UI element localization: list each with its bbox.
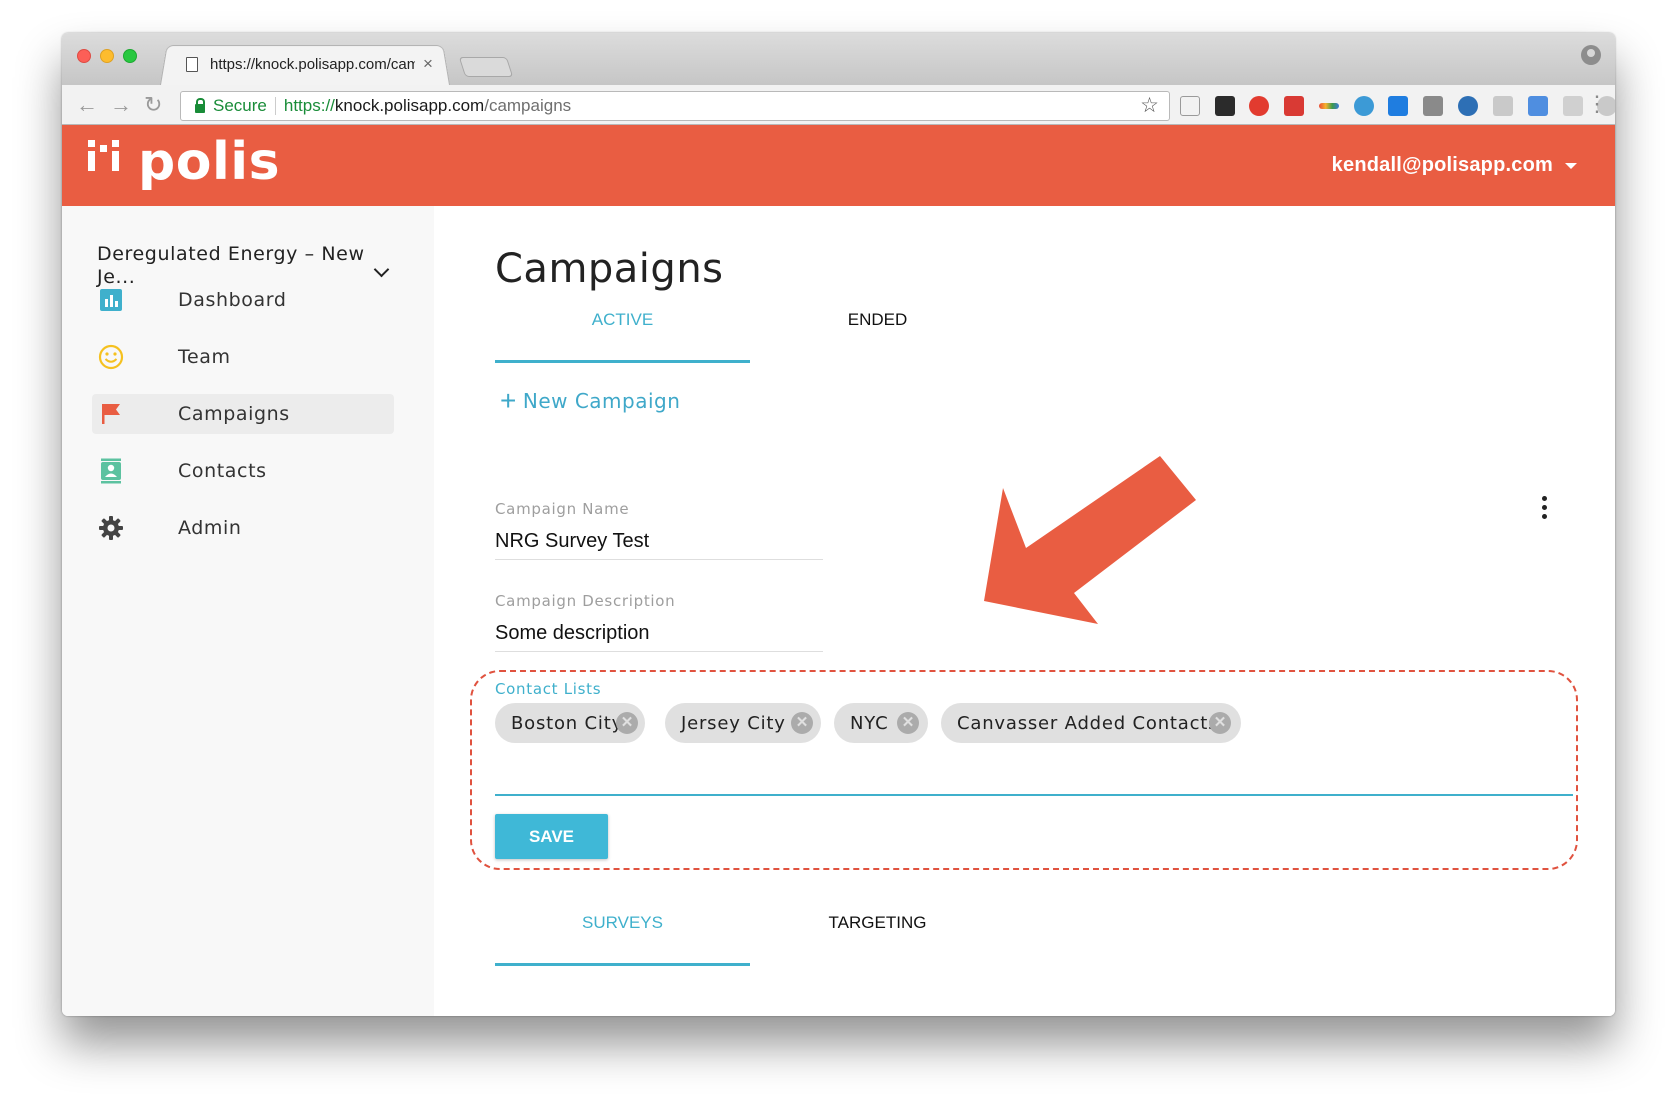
browser-tab-content: https://knock.polisapp.com/campaigns × bbox=[174, 51, 444, 77]
user-email: kendall@polisapp.com bbox=[1331, 154, 1553, 176]
annotation-highlight-box bbox=[470, 670, 1578, 870]
chip-label: Jersey City bbox=[681, 712, 786, 734]
sidebar: Deregulated Energy – New Je... Dashboard… bbox=[62, 206, 434, 1016]
campaign-description-field: Campaign Description Some description bbox=[495, 592, 823, 652]
app-logo-text[interactable]: polis bbox=[138, 132, 280, 192]
url-scheme: https:// bbox=[283, 96, 335, 115]
contact-lists-underline bbox=[495, 794, 1573, 796]
plus-icon: + bbox=[500, 385, 517, 416]
chip-remove-icon[interactable]: ✕ bbox=[1209, 712, 1231, 734]
new-campaign-button[interactable]: + New Campaign bbox=[500, 385, 681, 416]
campaign-status-tabs: ACTIVE ENDED bbox=[495, 302, 1005, 364]
user-menu[interactable]: kendall@polisapp.com bbox=[1332, 154, 1577, 177]
chip-label: Boston City bbox=[511, 712, 624, 734]
document-icon bbox=[186, 56, 198, 72]
campaign-section-tabs: SURVEYS TARGETING bbox=[495, 905, 1005, 967]
chip-label: Canvasser Added Contacts bbox=[957, 712, 1219, 734]
window-close-button[interactable] bbox=[77, 49, 91, 63]
campaign-name-input[interactable]: NRG Survey Test bbox=[495, 530, 823, 560]
tab-close-icon[interactable]: × bbox=[423, 54, 433, 74]
address-bar[interactable]: Secure https:// knock.polisapp.com /camp… bbox=[180, 91, 1170, 121]
person-extension-icon[interactable] bbox=[1354, 96, 1374, 116]
s-extension-icon[interactable] bbox=[1388, 96, 1408, 116]
tab-ended[interactable]: ENDED bbox=[750, 302, 1005, 338]
browser-tab-title[interactable]: https://knock.polisapp.com/campaigns bbox=[210, 56, 415, 73]
contact-list-chip[interactable]: Jersey City ✕ bbox=[665, 703, 821, 743]
contact-list-chip[interactable]: Boston City ✕ bbox=[495, 703, 645, 743]
tab-active[interactable]: ACTIVE bbox=[495, 302, 750, 338]
sidebar-item-label: Team bbox=[178, 346, 231, 368]
browser-window: https://knock.polisapp.com/campaigns × ←… bbox=[62, 33, 1615, 1016]
cast-icon[interactable] bbox=[1180, 96, 1200, 116]
annotation-arrow-icon bbox=[984, 456, 1196, 624]
chip-label: NYC bbox=[850, 712, 889, 734]
polis-logo-icon bbox=[88, 140, 119, 171]
lock-icon bbox=[195, 97, 205, 113]
opera-extension-icon[interactable] bbox=[1249, 96, 1269, 116]
tab-surveys[interactable]: SURVEYS bbox=[495, 905, 750, 941]
contact-list-chip[interactable]: NYC ✕ bbox=[834, 703, 928, 743]
sidebar-item-campaigns[interactable]: Campaigns bbox=[92, 394, 394, 434]
campaign-name-label: Campaign Name bbox=[495, 500, 630, 518]
browser-toolbar: ← → ↻ Secure https:// knock.polisapp.com… bbox=[62, 85, 1615, 125]
smiley-icon bbox=[98, 344, 124, 370]
chevron-down-icon[interactable] bbox=[373, 261, 390, 278]
campaign-description-label: Campaign Description bbox=[495, 592, 676, 610]
caret-down-icon bbox=[1565, 162, 1577, 169]
sidebar-item-dashboard[interactable]: Dashboard bbox=[92, 280, 394, 320]
gear-icon bbox=[99, 516, 123, 540]
back-arrow-icon[interactable]: ← bbox=[76, 92, 98, 118]
flag-icon bbox=[102, 404, 120, 424]
hidden-extension-icon[interactable] bbox=[1423, 96, 1443, 116]
chart-icon bbox=[100, 289, 122, 311]
address-separator bbox=[274, 97, 276, 115]
contact-list-chip[interactable]: Canvasser Added Contacts ✕ bbox=[941, 703, 1241, 743]
forward-arrow-icon[interactable]: → bbox=[110, 92, 132, 118]
tab-targeting[interactable]: TARGETING bbox=[750, 905, 1005, 941]
g-extension-icon[interactable] bbox=[1493, 96, 1513, 116]
chip-remove-icon[interactable]: ✕ bbox=[791, 712, 813, 734]
sidebar-item-admin[interactable]: Admin bbox=[92, 508, 394, 548]
campaign-name-field: Campaign Name NRG Survey Test bbox=[495, 500, 823, 560]
profile-icon[interactable] bbox=[1581, 45, 1601, 65]
contact-card-icon bbox=[101, 458, 121, 484]
key-extension-icon[interactable] bbox=[1458, 96, 1478, 116]
page-title: Campaigns bbox=[495, 246, 724, 292]
tab-indicator bbox=[495, 360, 750, 363]
app-header: polis kendall@polisapp.com bbox=[62, 125, 1615, 206]
url-path: /campaigns bbox=[484, 96, 572, 115]
main-content: Campaigns ACTIVE ENDED + New Campaign Ca… bbox=[434, 206, 1615, 1016]
browser-tabstrip: https://knock.polisapp.com/campaigns × bbox=[62, 33, 1615, 85]
sidebar-item-label: Dashboard bbox=[178, 289, 287, 311]
tab-indicator bbox=[495, 963, 750, 966]
grid-extension-icon[interactable] bbox=[1528, 96, 1548, 116]
sidebar-item-contacts[interactable]: Contacts bbox=[92, 451, 394, 491]
chip-remove-icon[interactable]: ✕ bbox=[616, 712, 638, 734]
contact-lists-label: Contact Lists bbox=[495, 680, 602, 698]
sidebar-item-label: Admin bbox=[178, 517, 242, 539]
save-button[interactable]: SAVE bbox=[495, 814, 608, 859]
reload-icon[interactable]: ↻ bbox=[144, 92, 162, 118]
browser-menu-icon[interactable]: ⋮ bbox=[1586, 91, 1608, 117]
url-host: knock.polisapp.com bbox=[334, 96, 485, 115]
bookmark-star-icon[interactable]: ☆ bbox=[1140, 93, 1159, 118]
sidebar-item-team[interactable]: Team bbox=[92, 337, 394, 377]
sidebar-item-label: Contacts bbox=[178, 460, 267, 482]
buffer-extension-icon[interactable] bbox=[1215, 96, 1235, 116]
secure-label: Secure bbox=[213, 96, 267, 115]
calendar-extension-icon[interactable] bbox=[1284, 96, 1304, 116]
new-tab-button[interactable] bbox=[458, 57, 514, 77]
new-campaign-label: New Campaign bbox=[522, 389, 681, 413]
window-zoom-button[interactable] bbox=[123, 49, 137, 63]
more-options-icon[interactable] bbox=[1539, 496, 1549, 522]
sidebar-item-label: Campaigns bbox=[178, 403, 290, 425]
image-extension-icon[interactable] bbox=[1563, 96, 1583, 116]
campaign-description-input[interactable]: Some description bbox=[495, 622, 823, 652]
colors-extension-icon[interactable] bbox=[1319, 103, 1339, 109]
window-minimize-button[interactable] bbox=[100, 49, 114, 63]
chip-remove-icon[interactable]: ✕ bbox=[897, 712, 919, 734]
